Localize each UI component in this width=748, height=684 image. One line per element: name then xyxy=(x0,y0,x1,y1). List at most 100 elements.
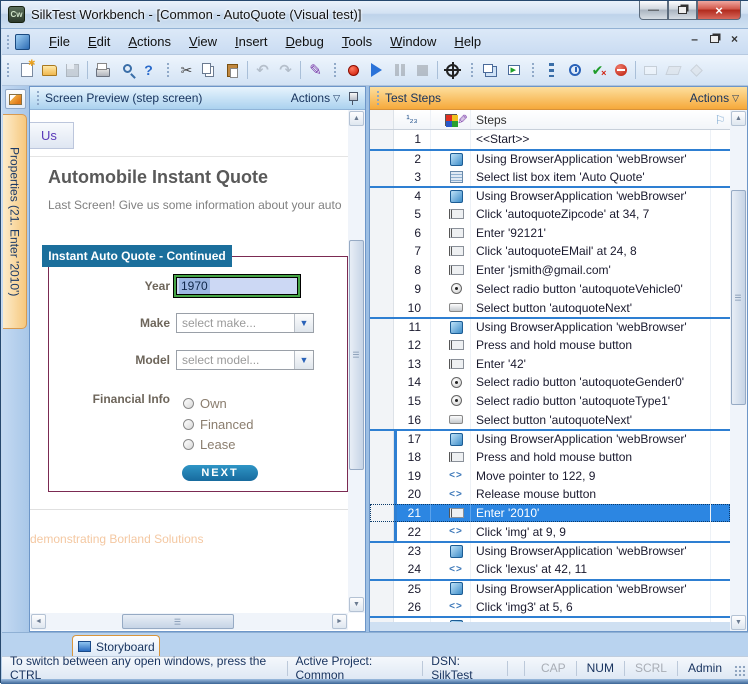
test-step-row[interactable]: 2 Using BrowserApplication 'webBrowser' xyxy=(370,149,730,168)
scroll-down-button[interactable]: ▼ xyxy=(731,615,746,630)
toolbar-grip[interactable] xyxy=(531,62,536,78)
browser-step-icon xyxy=(450,620,463,622)
toolbar-grip[interactable] xyxy=(333,62,338,78)
test-step-row[interactable]: 12 Press and hold mouse button xyxy=(370,336,730,355)
steps-column-header[interactable]: Steps xyxy=(471,110,710,129)
test-step-row[interactable]: 16 Select button 'autoquoteNext' xyxy=(370,410,730,429)
print-preview-button[interactable] xyxy=(114,59,137,82)
paste-button[interactable] xyxy=(221,59,244,82)
insert-steps-icon xyxy=(549,63,554,77)
scroll-up-button[interactable]: ▲ xyxy=(731,111,746,126)
test-step-row[interactable]: 15 Select radio button 'autoquoteType1' xyxy=(370,392,730,411)
disable-step-button[interactable] xyxy=(609,59,632,82)
print-button[interactable] xyxy=(91,59,114,82)
test-step-row[interactable]: 4 Using BrowserApplication 'webBrowser' xyxy=(370,186,730,205)
test-step-row[interactable]: 21 Enter '2010' xyxy=(370,504,730,523)
test-step-row[interactable]: 3 Select list box item 'Auto Quote' xyxy=(370,167,730,186)
play-button[interactable] xyxy=(365,59,388,82)
scroll-thumb[interactable]: ☰ xyxy=(731,190,746,405)
title-bar[interactable]: Cw SilkTest Workbench - [Common - AutoQu… xyxy=(1,1,748,29)
menu-edit[interactable]: Edit xyxy=(79,31,119,52)
export-screen-button[interactable] xyxy=(502,59,525,82)
screen-preview-header[interactable]: Screen Preview (step screen) Actions ▽ xyxy=(30,87,365,110)
test-step-row[interactable]: 17 Using BrowserApplication 'webBrowser' xyxy=(370,429,730,448)
panel-grip[interactable] xyxy=(36,90,41,106)
insert-steps-button[interactable] xyxy=(540,59,563,82)
object-column-header[interactable]: ✎ xyxy=(442,110,471,129)
test-step-row[interactable]: 24 <> Click 'lexus' at 42, 11 xyxy=(370,560,730,579)
timer-button[interactable] xyxy=(563,59,586,82)
scroll-thumb[interactable]: ☰ xyxy=(122,614,234,629)
menu-window[interactable]: Window xyxy=(381,31,445,52)
test-step-row[interactable]: 22 <> Click 'img' at 9, 9 xyxy=(370,522,730,541)
preview-horizontal-scrollbar[interactable]: ◄ ☰ ► xyxy=(30,613,348,630)
radio-option-financed: Financed xyxy=(183,417,253,432)
test-step-row[interactable]: 9 Select radio button 'autoquoteVehicle0… xyxy=(370,280,730,299)
test-step-row[interactable]: 20 <> Release mouse button xyxy=(370,485,730,504)
pin-icon[interactable] xyxy=(348,92,357,105)
test-step-row[interactable] xyxy=(370,616,730,622)
menu-file[interactable]: File xyxy=(40,31,79,52)
test-step-row[interactable]: 23 Using BrowserApplication 'webBrowser' xyxy=(370,541,730,560)
screen-preview-actions-button[interactable]: Actions xyxy=(291,91,330,105)
mdi-minimize-button[interactable]: – xyxy=(691,34,698,44)
test-step-row[interactable]: 8 Enter 'jsmith@gmail.com' xyxy=(370,261,730,280)
mdi-document-icon[interactable] xyxy=(15,34,30,50)
test-steps-column-headers[interactable]: ¹₂₃ ✎ Steps ⚐ xyxy=(370,110,730,130)
test-step-row[interactable]: 13 Enter '42' xyxy=(370,354,730,373)
mdi-restore-button[interactable] xyxy=(710,34,719,44)
test-step-row[interactable]: 10 Select button 'autoquoteNext' xyxy=(370,298,730,317)
menu-view[interactable]: View xyxy=(180,31,226,52)
scroll-right-button[interactable]: ► xyxy=(332,614,347,629)
menu-grip[interactable] xyxy=(6,34,11,50)
chevron-down-icon[interactable]: ▽ xyxy=(732,93,739,104)
scroll-left-button[interactable]: ◄ xyxy=(31,614,46,629)
toolbar-grip[interactable] xyxy=(470,62,475,78)
menu-help[interactable]: Help xyxy=(445,31,490,52)
scroll-up-button[interactable]: ▲ xyxy=(349,111,364,126)
cut-button[interactable]: ✂ xyxy=(175,59,198,82)
open-button[interactable] xyxy=(38,59,61,82)
minimize-button[interactable]: — xyxy=(639,1,668,20)
toolbar-grip[interactable] xyxy=(6,62,11,78)
preview-vertical-scrollbar[interactable]: ▲ ☰ ▼ xyxy=(348,110,365,613)
copy-button[interactable] xyxy=(198,59,221,82)
test-step-row[interactable]: 14 Select radio button 'autoquoteGender0… xyxy=(370,373,730,392)
record-button[interactable] xyxy=(342,59,365,82)
resize-grip[interactable] xyxy=(734,665,746,677)
test-step-row[interactable]: 1 <<Start>> xyxy=(370,130,730,149)
test-step-row[interactable]: 5 Click 'autoquoteZipcode' at 34, 7 xyxy=(370,205,730,224)
toolbar-grip[interactable] xyxy=(166,62,171,78)
menu-debug[interactable]: Debug xyxy=(277,31,333,52)
verification-button[interactable]: ✔ xyxy=(586,59,609,82)
panel-grip[interactable] xyxy=(376,90,381,106)
mdi-close-button[interactable]: × xyxy=(731,34,738,44)
new-visual-test-button[interactable] xyxy=(15,59,38,82)
menu-tools[interactable]: Tools xyxy=(333,31,381,52)
screen-preview-panel-icon[interactable] xyxy=(5,89,26,109)
menu-actions[interactable]: Actions xyxy=(119,31,180,52)
properties-tab[interactable]: Properties (21. Enter '2010') xyxy=(3,114,27,329)
pen-button[interactable]: ✎ xyxy=(304,59,327,82)
test-step-row[interactable]: 26 <> Click 'img3' at 5, 6 xyxy=(370,597,730,616)
test-steps-vertical-scrollbar[interactable]: ▲ ☰ ▼ xyxy=(730,110,747,631)
number-column-icon[interactable]: ¹₂₃ xyxy=(394,110,431,129)
test-steps-header[interactable]: Test Steps Actions ▽ xyxy=(370,87,747,110)
test-step-row[interactable]: 19 <> Move pointer to 122, 9 xyxy=(370,466,730,485)
restore-button[interactable] xyxy=(668,1,697,20)
test-step-row[interactable]: 18 Press and hold mouse button xyxy=(370,448,730,467)
flag-icon[interactable]: ⚐ xyxy=(710,110,730,129)
help-button[interactable]: ? xyxy=(137,59,160,82)
identify-target-button[interactable] xyxy=(441,59,464,82)
scroll-down-button[interactable]: ▼ xyxy=(349,597,364,612)
copy-screen-button[interactable] xyxy=(479,59,502,82)
test-step-row[interactable]: 7 Click 'autoquoteEMail' at 24, 8 xyxy=(370,242,730,261)
scroll-thumb[interactable]: ☰ xyxy=(349,240,364,470)
test-steps-actions-button[interactable]: Actions xyxy=(690,91,729,105)
close-button[interactable]: × xyxy=(697,1,741,20)
test-step-row[interactable]: 6 Enter '92121' xyxy=(370,223,730,242)
chevron-down-icon[interactable]: ▽ xyxy=(333,93,340,104)
menu-insert[interactable]: Insert xyxy=(226,31,277,52)
test-step-row[interactable]: 25 Using BrowserApplication 'webBrowser' xyxy=(370,579,730,598)
test-step-row[interactable]: 11 Using BrowserApplication 'webBrowser' xyxy=(370,317,730,336)
